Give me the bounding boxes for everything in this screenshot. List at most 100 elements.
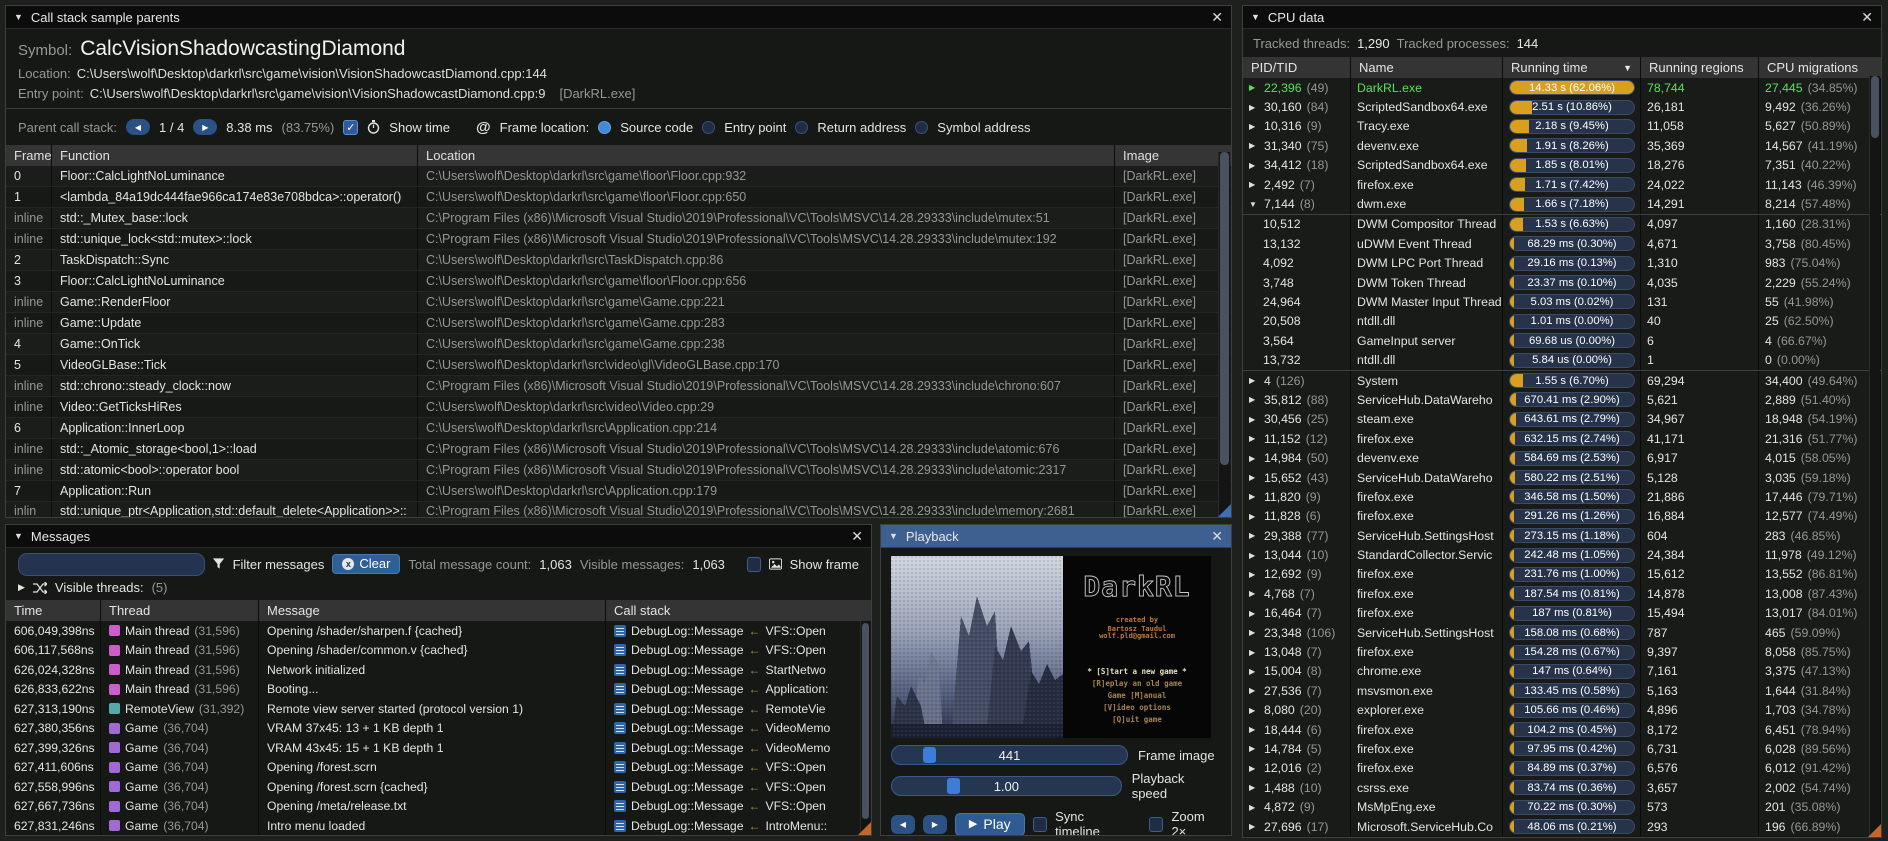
callstack-row[interactable]: inlinestd::_Atomic_storage<bool,1>::load… [6,439,1231,460]
cpu-row[interactable]: 3,748DWM Token Thread23.37 ms (0.10%)4,0… [1243,273,1881,292]
expand-icon[interactable]: ▶ [1249,103,1259,112]
cpu-row[interactable]: 13,132uDWM Event Thread68.29 ms (0.30%)4… [1243,234,1881,253]
callstack-row[interactable]: 7Application::RunC:\Users\wolf\Desktop\d… [6,481,1231,502]
callstack-icon[interactable] [614,625,626,637]
expand-icon[interactable]: ▶ [1249,822,1259,831]
col-pid-tid[interactable]: PID/TID [1243,57,1351,78]
callstack-row[interactable]: 4Game::OnTickC:\Users\wolf\Desktop\darkr… [6,334,1231,355]
message-row[interactable]: 627,411,606nsGame(36,704)Opening /forest… [6,758,871,778]
cpu-row[interactable]: ▶29,388(77)ServiceHub.SettingsHost273.15… [1243,526,1881,545]
expand-icon[interactable]: ▶ [1249,609,1259,618]
cpu-row[interactable]: 3,564GameInput server69.68 us (0.00%)64(… [1243,331,1881,350]
expand-icon[interactable]: ▶ [1249,667,1259,676]
expand-icon[interactable]: ▶ [1249,141,1259,150]
col-name[interactable]: Name [1351,57,1503,78]
callstack-icon[interactable] [614,703,626,715]
col-cpu-migrations[interactable]: CPU migrations [1759,57,1881,78]
collapse-icon[interactable]: ▼ [889,531,898,541]
cpu-row[interactable]: ▶30,456(25)steam.exe643.61 ms (2.79%)34,… [1243,410,1881,429]
callstack-row[interactable]: 2TaskDispatch::SyncC:\Users\wolf\Desktop… [6,250,1231,271]
expand-icon[interactable]: ▶ [1249,686,1259,695]
close-icon[interactable]: ✕ [851,529,863,543]
collapse-icon[interactable]: ▼ [1251,12,1260,22]
frame-slider[interactable]: 441 [891,745,1128,765]
expand-icon[interactable]: ▶ [1249,434,1259,443]
cpu-row[interactable]: ▶30,160(84)ScriptedSandbox64.exe2.51 s (… [1243,97,1881,116]
expand-icon[interactable]: ▶ [1249,570,1259,579]
message-row[interactable]: 627,831,246nsGame(36,704)Intro menu load… [6,816,871,836]
callstack-icon[interactable] [614,761,626,773]
close-icon[interactable]: ✕ [1861,10,1873,24]
cpu-row[interactable]: ▶34,412(18)ScriptedSandbox64.exe1.85 s (… [1243,156,1881,175]
cpu-row[interactable]: ▶14,984(50)devenv.exe584.69 ms (2.53%)6,… [1243,448,1881,467]
callstack-row[interactable]: 6Application::InnerLoopC:\Users\wolf\Des… [6,418,1231,439]
prev-stack-button[interactable]: ◀ [126,119,150,135]
cpu-row[interactable]: 10,512DWM Compositor Thread1.53 s (6.63%… [1243,214,1881,234]
next-stack-button[interactable]: ▶ [193,119,217,135]
resize-grip[interactable] [858,822,871,835]
close-icon[interactable]: ✕ [1211,10,1223,24]
callstack-icon[interactable] [614,644,626,656]
cpu-row[interactable]: ▶18,444(6)firefox.exe104.2 ms (0.45%)8,1… [1243,720,1881,739]
expand-icon[interactable]: ▶ [1249,512,1259,521]
col-running-time[interactable]: Running time▼ [1503,57,1641,78]
cpu-scrollbar[interactable] [1869,76,1880,836]
expand-icon[interactable]: ▶ [1249,415,1259,424]
expand-icon[interactable]: ▶ [1249,395,1259,404]
cpu-row[interactable]: ▶1,488(10)csrss.exe83.74 ms (0.36%)3,657… [1243,778,1881,797]
radio-entry-point[interactable] [702,121,715,134]
cpu-row[interactable]: ▶15,652(43)ServiceHub.DataWareho580.22 m… [1243,468,1881,487]
cpu-row[interactable]: ▶4(126)System1.55 s (6.70%)69,29434,400(… [1243,371,1881,390]
speed-slider[interactable]: 1.00 [891,776,1122,796]
expand-icon[interactable]: ▶ [1249,648,1259,657]
cpu-row[interactable]: ▶31,340(75)devenv.exe1.91 s (8.26%)35,36… [1243,136,1881,155]
callstack-icon[interactable] [614,683,626,695]
callstack-scrollbar[interactable] [1218,152,1230,516]
cpu-row[interactable]: ▶27,696(17)Microsoft.ServiceHub.Co48.06 … [1243,817,1881,836]
radio-symbol-address[interactable] [915,121,928,134]
collapse-icon[interactable]: ▼ [14,531,23,541]
sync-timeline-checkbox[interactable] [1033,817,1047,832]
cpu-row[interactable]: ▶14,784(5)firefox.exe97.95 ms (0.42%)6,7… [1243,739,1881,758]
message-row[interactable]: 606,117,568nsMain thread(31,596)Opening … [6,641,871,661]
callstack-row[interactable]: 5VideoGLBase::TickC:\Users\wolf\Desktop\… [6,355,1231,376]
cpu-row[interactable]: ▶11,152(12)firefox.exe632.15 ms (2.74%)4… [1243,429,1881,448]
expand-icon[interactable]: ▶ [1249,725,1259,734]
callstack-icon[interactable] [614,664,626,676]
expand-icon[interactable]: ▶ [1249,783,1259,792]
expand-icon[interactable]: ▶ [1249,161,1259,170]
zoom-2x-checkbox[interactable] [1149,817,1163,832]
expand-icon[interactable]: ▶ [1249,454,1259,463]
expand-icon[interactable]: ▶ [1249,551,1259,560]
callstack-icon[interactable] [614,820,626,832]
cpu-row[interactable]: ▶22,396(49)DarkRL.exe14.33 s (62.06%)78,… [1243,78,1881,97]
cpu-row[interactable]: ▶12,016(2)firefox.exe84.89 ms (0.37%)6,5… [1243,759,1881,778]
radio-return-address[interactable] [795,121,808,134]
resize-grip[interactable] [1868,824,1881,837]
expand-icon[interactable]: ▶ [1249,706,1259,715]
expand-icon[interactable]: ▶ [1249,492,1259,501]
callstack-row[interactable]: inlinestd::chrono::steady_clock::nowC:\P… [6,376,1231,397]
expand-icon[interactable]: ▶ [1249,83,1259,92]
collapse-icon[interactable]: ▼ [1249,200,1259,209]
callstack-row[interactable]: inlineVideo::GetTicksHiResC:\Users\wolf\… [6,397,1231,418]
callstack-icon[interactable] [614,781,626,793]
cpu-row[interactable]: ▶8,080(20)explorer.exe105.66 ms (0.46%)4… [1243,701,1881,720]
callstack-icon[interactable] [614,800,626,812]
cpu-row[interactable]: ▶12,692(9)firefox.exe231.76 ms (1.00%)15… [1243,565,1881,584]
cpu-row[interactable]: ▶10,316(9)Tracy.exe2.18 s (9.45%)11,0585… [1243,117,1881,136]
expand-icon[interactable]: ▶ [1249,589,1259,598]
col-running-regions[interactable]: Running regions [1641,57,1759,78]
show-frame-checkbox[interactable] [747,557,761,572]
messages-scrollbar[interactable] [860,621,870,834]
callstack-row[interactable]: 0Floor::CalcLightNoLuminanceC:\Users\wol… [6,166,1231,187]
expand-icon[interactable]: ▶ [1249,531,1259,540]
filter-input[interactable] [18,553,205,576]
callstack-icon[interactable] [614,742,626,754]
cpu-row[interactable]: ▶15,004(8)chrome.exe147 ms (0.64%)7,1613… [1243,662,1881,681]
message-row[interactable]: 627,399,326nsGame(36,704)VRAM 43x45: 15 … [6,738,871,758]
message-row[interactable]: 627,380,356nsGame(36,704)VRAM 37x45: 13 … [6,719,871,739]
expand-icon[interactable]: ▶ [1249,628,1259,637]
cpu-row[interactable]: 13,732ntdll.dll5.84 us (0.00%)10(0.00%) [1243,350,1881,370]
prev-frame-button[interactable]: ◀ [891,815,915,834]
